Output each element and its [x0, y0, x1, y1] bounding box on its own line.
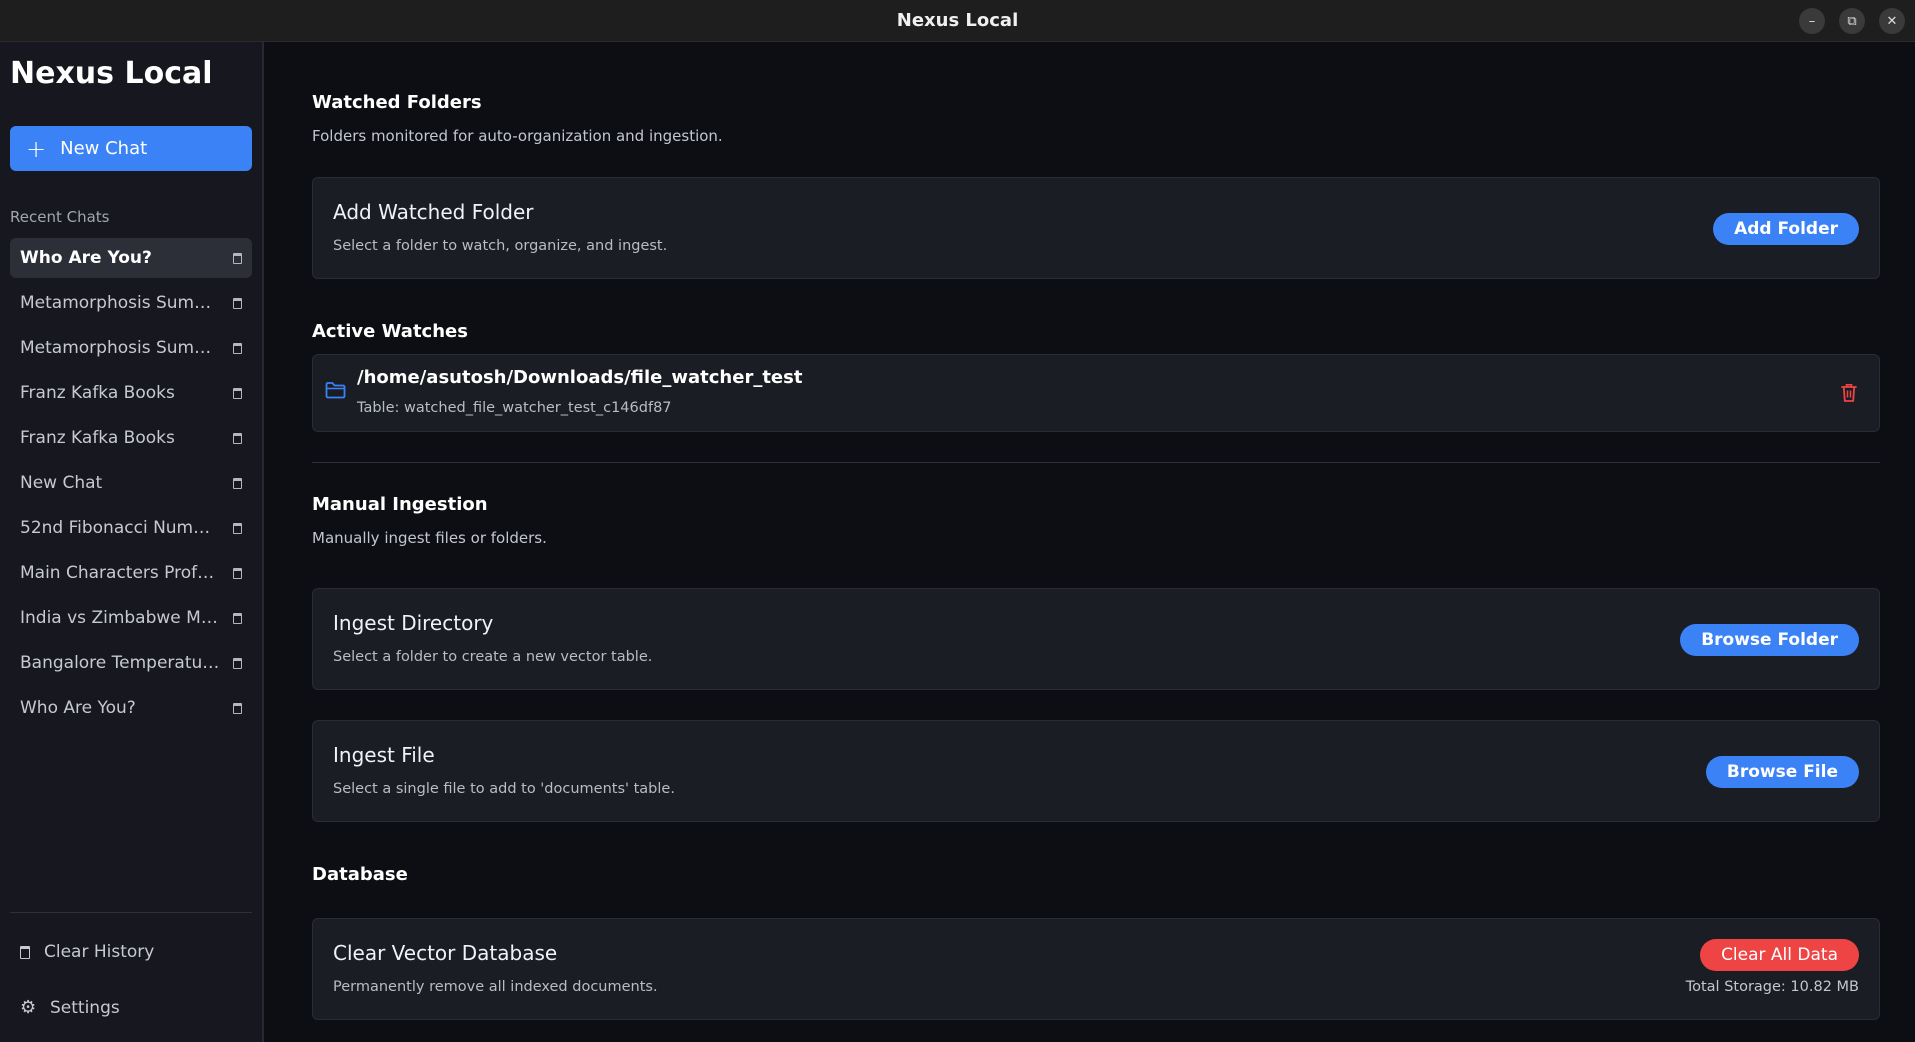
chat-item[interactable]: Main Characters Profe... [10, 553, 252, 593]
settings-label: Settings [50, 997, 120, 1018]
chat-item-label: Main Characters Profe... [20, 563, 220, 583]
add-watched-folder-card: Add Watched Folder Select a folder to wa… [312, 177, 1880, 279]
card-title: Ingest Directory [333, 611, 494, 635]
window-title: Nexus Local [896, 10, 1019, 31]
folder-icon [325, 381, 346, 403]
sidebar: Nexus Local + New Chat Recent Chats Who … [0, 42, 264, 1042]
card-desc: Select a folder to watch, organize, and … [333, 238, 668, 254]
chat-item-label: New Chat [20, 473, 103, 493]
delete-chat-icon[interactable] [233, 252, 242, 264]
delete-chat-icon[interactable] [233, 522, 242, 534]
plus-icon: + [26, 134, 47, 163]
trash-icon [20, 945, 30, 959]
browse-folder-button[interactable]: Browse Folder [1680, 624, 1859, 656]
card-desc: Select a folder to create a new vector t… [333, 649, 653, 665]
recent-chats-list: Who Are You? Metamorphosis Summ... Metam… [10, 238, 252, 733]
card-title: Ingest File [333, 743, 435, 767]
sidebar-divider [10, 912, 252, 913]
delete-chat-icon[interactable] [233, 612, 242, 624]
active-watch-item: /home/asutosh/Downloads/file_watcher_tes… [312, 354, 1880, 432]
chat-item[interactable]: Who Are You? [10, 238, 252, 278]
chat-item-label: Metamorphosis Summ... [20, 338, 220, 358]
window-controls: – ⧉ ✕ [1799, 8, 1905, 34]
card-desc: Permanently remove all indexed documents… [333, 979, 658, 995]
recent-chats-heading: Recent Chats [10, 208, 110, 226]
ingest-file-card: Ingest File Select a single file to add … [312, 720, 1880, 822]
delete-chat-icon[interactable] [233, 657, 242, 669]
restore-icon[interactable]: ⧉ [1839, 8, 1865, 34]
chat-item-label: Metamorphosis Summ... [20, 293, 220, 313]
clear-all-data-button[interactable]: Clear All Data [1700, 939, 1859, 971]
new-chat-button[interactable]: + New Chat [10, 126, 252, 171]
manual-ingestion-desc: Manually ingest files or folders. [312, 529, 547, 547]
chat-item[interactable]: Metamorphosis Summ... [10, 283, 252, 323]
chat-item[interactable]: 52nd Fibonacci Number [10, 508, 252, 548]
chat-item-label: 52nd Fibonacci Number [20, 518, 220, 538]
delete-watch-icon[interactable] [1841, 383, 1857, 407]
add-folder-button[interactable]: Add Folder [1713, 213, 1859, 245]
new-chat-label: New Chat [60, 138, 148, 159]
chat-item-label: Who Are You? [20, 248, 152, 268]
manual-ingestion-title: Manual Ingestion [312, 494, 488, 515]
clear-history-button[interactable]: Clear History [20, 942, 154, 962]
watch-folder-path: /home/asutosh/Downloads/file_watcher_tes… [357, 367, 803, 388]
minimize-icon[interactable]: – [1799, 8, 1825, 34]
clear-history-label: Clear History [44, 942, 155, 962]
delete-chat-icon[interactable] [233, 432, 242, 444]
chat-item[interactable]: Metamorphosis Summ... [10, 328, 252, 368]
delete-chat-icon[interactable] [233, 387, 242, 399]
total-storage: Total Storage: 10.82 MB [1685, 979, 1859, 995]
database-title: Database [312, 864, 408, 885]
gear-icon: ⚙ [20, 997, 37, 1018]
chat-item-label: Franz Kafka Books [20, 383, 175, 403]
chat-item[interactable]: Who Are You? [10, 688, 252, 728]
chat-item-label: Who Are You? [20, 698, 136, 718]
delete-chat-icon[interactable] [233, 342, 242, 354]
delete-chat-icon[interactable] [233, 297, 242, 309]
chat-item[interactable]: Bangalore Temperatur... [10, 643, 252, 683]
chat-item[interactable]: Franz Kafka Books [10, 418, 252, 458]
settings-button[interactable]: ⚙ Settings [20, 997, 120, 1018]
delete-chat-icon[interactable] [233, 477, 242, 489]
watch-table-name: Table: watched_file_watcher_test_c146df8… [357, 400, 672, 416]
delete-chat-icon[interactable] [233, 702, 242, 714]
settings-main: Watched Folders Folders monitored for au… [266, 42, 1915, 1042]
section-divider [312, 462, 1880, 463]
ingest-directory-card: Ingest Directory Select a folder to crea… [312, 588, 1880, 690]
chat-item-label: Franz Kafka Books [20, 428, 175, 448]
chat-item[interactable]: Franz Kafka Books [10, 373, 252, 413]
chat-item[interactable]: New Chat [10, 463, 252, 503]
chat-item-label: India vs Zimbabwe Mat... [20, 608, 220, 628]
chat-item-label: Bangalore Temperatur... [20, 653, 220, 673]
card-desc: Select a single file to add to 'document… [333, 781, 675, 797]
card-title: Add Watched Folder [333, 200, 534, 224]
close-icon[interactable]: ✕ [1879, 8, 1905, 34]
window-titlebar: Nexus Local – ⧉ ✕ [0, 0, 1915, 42]
app-title: Nexus Local [10, 56, 213, 91]
active-watches-title: Active Watches [312, 321, 468, 342]
watched-folders-title: Watched Folders [312, 92, 482, 113]
card-title: Clear Vector Database [333, 941, 558, 965]
chat-item[interactable]: India vs Zimbabwe Mat... [10, 598, 252, 638]
watched-folders-desc: Folders monitored for auto-organization … [312, 127, 723, 145]
delete-chat-icon[interactable] [233, 567, 242, 579]
clear-vector-database-card: Clear Vector Database Permanently remove… [312, 918, 1880, 1020]
browse-file-button[interactable]: Browse File [1705, 756, 1859, 788]
